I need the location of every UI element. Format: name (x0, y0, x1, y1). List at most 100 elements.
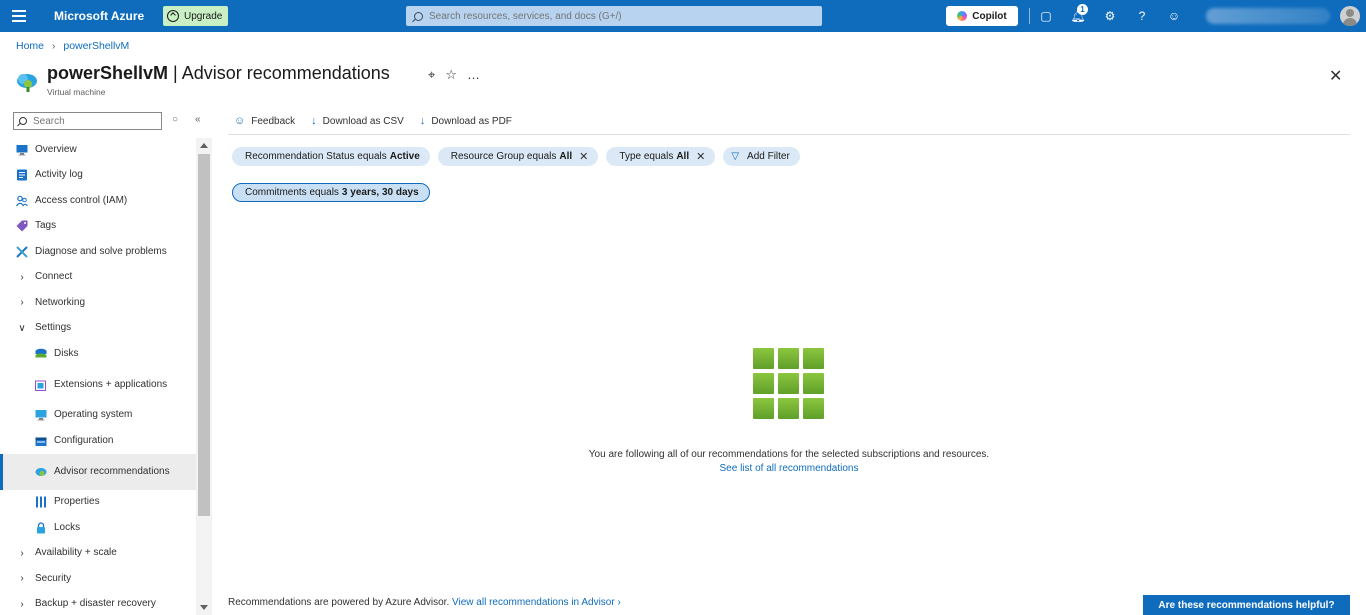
os-icon (35, 409, 47, 421)
upgrade-label: Upgrade (184, 10, 223, 22)
close-icon[interactable]: ✕ (1329, 66, 1342, 86)
brand-name[interactable]: Microsoft Azure (54, 9, 144, 23)
sidebar-item-networking[interactable]: › Networking (0, 290, 196, 316)
filter-icon: ▽ (731, 151, 740, 162)
page-name: Advisor recommendations (181, 63, 390, 83)
upgrade-arrow-icon (167, 10, 179, 22)
sidebar-item-access-control[interactable]: Access control (IAM) (0, 188, 196, 214)
menu-scrollbar[interactable] (196, 138, 212, 615)
lock-icon (35, 522, 47, 534)
resource-type: Virtual machine (47, 87, 106, 97)
scroll-up-arrow-icon[interactable] (200, 143, 208, 148)
add-filter-button[interactable]: ▽ Add Filter (723, 147, 800, 166)
menu-list: Overview Activity log Access control (IA… (0, 137, 196, 615)
sidebar-item-overview[interactable]: Overview (0, 137, 196, 163)
feedback-button[interactable]: ☺ Feedback (234, 115, 295, 127)
see-all-recommendations-link[interactable]: See list of all recommendations (470, 463, 1108, 474)
sidebar-item-locks[interactable]: Locks (0, 515, 196, 541)
upgrade-button[interactable]: Upgrade (163, 6, 229, 26)
title-actions: ⌖ ☆ … (428, 67, 480, 83)
star-icon[interactable]: ☆ (445, 67, 457, 83)
recommendations-helpful-button[interactable]: Are these recommendations helpful? (1143, 595, 1350, 615)
chevron-right-icon: › (20, 297, 24, 309)
breadcrumb-resource[interactable]: powerShellvM (63, 40, 129, 52)
sidebar-item-advisor-recommendations[interactable]: Advisor recommendations (0, 453, 196, 490)
toolbar-divider (1029, 8, 1030, 24)
sidebar-item-security[interactable]: › Security (0, 566, 196, 592)
filter-type[interactable]: Type equals All ✕ (606, 147, 716, 166)
menu-options-icon[interactable]: ○ (172, 114, 178, 125)
global-search[interactable] (406, 6, 822, 26)
resource-name: powerShellvM (47, 63, 169, 83)
download-icon: ↓ (311, 115, 317, 127)
chevron-right-icon: › (52, 40, 56, 52)
sidebar-item-availability-scale[interactable]: › Availability + scale (0, 541, 196, 567)
more-options-icon[interactable]: … (467, 67, 480, 83)
chevron-right-icon: › (20, 547, 24, 559)
breadcrumb-home[interactable]: Home (16, 40, 44, 52)
close-icon[interactable]: ✕ (696, 150, 705, 163)
sidebar-item-operating-system[interactable]: Operating system (0, 403, 196, 429)
copilot-icon (957, 11, 968, 21)
sidebar-item-diagnose[interactable]: Diagnose and solve problems (0, 239, 196, 265)
copilot-label: Copilot (972, 10, 1007, 22)
advisor-cloud-icon (17, 74, 37, 92)
menu-search[interactable] (13, 112, 162, 130)
filter-status[interactable]: Recommendation Status equals Active (232, 147, 430, 166)
wrench-icon (16, 246, 28, 258)
pin-icon[interactable]: ⌖ (428, 67, 435, 83)
view-in-advisor-link[interactable]: View all recommendations in Advisor (452, 597, 615, 608)
chevron-down-icon: ∨ (18, 322, 26, 334)
filter-commitments[interactable]: Commitments equals 3 years, 30 days (232, 183, 430, 202)
chevron-right-icon: › (617, 597, 621, 608)
global-search-input[interactable] (429, 10, 809, 22)
collapse-menu-icon[interactable]: « (195, 114, 201, 125)
tag-icon (16, 220, 28, 232)
people-icon (16, 195, 28, 207)
footer-text: Recommendations are powered by Azure Adv… (228, 597, 450, 608)
chevron-right-icon: › (20, 573, 24, 585)
help-icon[interactable]: ? (1134, 8, 1150, 24)
sidebar-item-tags[interactable]: Tags (0, 214, 196, 240)
extensions-icon (35, 379, 47, 391)
footer-note: Recommendations are powered by Azure Adv… (228, 597, 621, 608)
filter-resource-group[interactable]: Resource Group equals All ✕ (437, 147, 599, 166)
scrollbar-thumb[interactable] (198, 154, 210, 516)
download-pdf-button[interactable]: ↓ Download as PDF (420, 115, 512, 127)
sidebar-item-backup[interactable]: › Backup + disaster recovery (0, 592, 196, 615)
sidebar-item-configuration[interactable]: Configuration (0, 428, 196, 454)
sidebar-item-connect[interactable]: › Connect (0, 265, 196, 291)
chevron-right-icon: › (20, 271, 24, 283)
close-icon[interactable]: ✕ (579, 150, 588, 163)
scroll-down-arrow-icon[interactable] (200, 605, 208, 610)
disks-icon (35, 348, 47, 360)
feedback-person-icon[interactable]: ☺ (1166, 8, 1182, 24)
top-bar: Microsoft Azure Upgrade Copilot ▢ 🔔︎ 1 ⚙… (0, 0, 1366, 32)
sidebar-item-settings[interactable]: ∨ Settings (0, 316, 196, 342)
advisor-icon (35, 466, 47, 478)
menu-search-input[interactable] (33, 115, 153, 127)
sidebar-item-activity-log[interactable]: Activity log (0, 163, 196, 189)
filter-pills: Recommendation Status equals Active Resou… (232, 147, 800, 166)
feedback-icon: ☺ (234, 115, 246, 127)
resource-menu: ○ « Overview Activity log Access control… (0, 108, 212, 615)
download-csv-button[interactable]: ↓ Download as CSV (311, 115, 404, 127)
download-icon: ↓ (419, 115, 426, 127)
activity-log-icon (16, 169, 28, 181)
copilot-button[interactable]: Copilot (946, 6, 1018, 26)
empty-state-message: You are following all of our recommendat… (588, 449, 990, 460)
gear-icon[interactable]: ⚙ (1102, 8, 1118, 24)
properties-icon (35, 496, 47, 508)
sidebar-item-extensions[interactable]: Extensions + applications (0, 367, 196, 403)
search-icon (19, 117, 27, 125)
sidebar-item-disks[interactable]: Disks (0, 341, 196, 367)
title-separator: | (168, 63, 182, 83)
avatar[interactable] (1340, 6, 1360, 26)
hamburger-menu-icon[interactable] (12, 10, 26, 22)
command-bar: ☺ Feedback ↓ Download as CSV ↓ Download … (228, 108, 1350, 135)
sidebar-item-properties[interactable]: Properties (0, 490, 196, 516)
cloud-shell-icon[interactable]: ▢ (1038, 8, 1054, 24)
account-info[interactable] (1206, 8, 1330, 24)
notification-badge: 1 (1077, 4, 1088, 15)
chevron-right-icon: › (20, 598, 24, 610)
